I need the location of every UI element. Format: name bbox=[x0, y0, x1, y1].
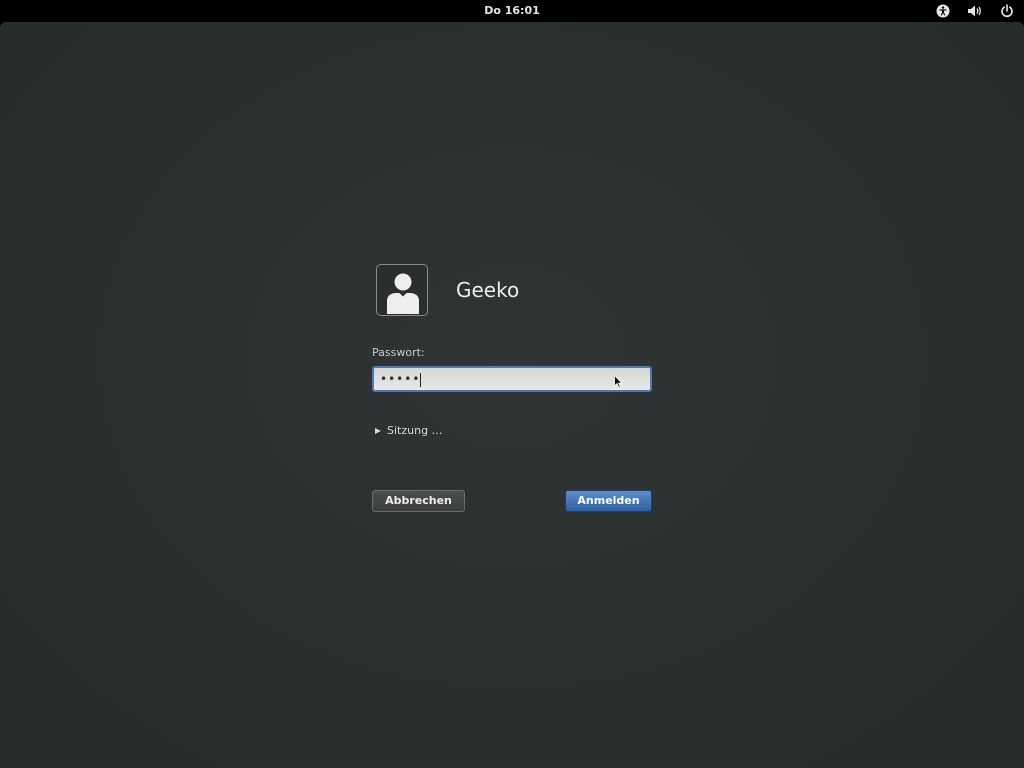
clock[interactable]: Do 16:01 bbox=[0, 0, 1024, 22]
avatar bbox=[376, 264, 428, 316]
system-tray bbox=[922, 0, 1018, 22]
mouse-pointer-icon bbox=[614, 375, 623, 389]
cancel-button[interactable]: Abbrechen bbox=[372, 490, 465, 512]
button-row: Abbrechen Anmelden bbox=[372, 490, 652, 512]
accessibility-icon[interactable] bbox=[932, 0, 954, 22]
top-bar: Do 16:01 bbox=[0, 0, 1024, 22]
password-value: ••••• bbox=[380, 372, 422, 387]
password-label: Passwort: bbox=[372, 346, 425, 359]
session-label: Sitzung … bbox=[387, 424, 443, 437]
username: Geeko bbox=[456, 278, 520, 302]
user-row: Geeko bbox=[372, 262, 652, 318]
expand-triangle-icon bbox=[375, 427, 381, 434]
password-masked-text: ••••• bbox=[380, 372, 421, 386]
volume-icon[interactable] bbox=[964, 0, 986, 22]
login-dialog: Geeko Passwort: ••••• Sitzung … Abbreche… bbox=[372, 262, 652, 512]
login-screen-background: Geeko Passwort: ••••• Sitzung … Abbreche… bbox=[0, 22, 1024, 768]
password-field[interactable]: ••••• bbox=[372, 366, 652, 392]
power-icon[interactable] bbox=[996, 0, 1018, 22]
session-expander[interactable]: Sitzung … bbox=[372, 424, 652, 437]
login-button[interactable]: Anmelden bbox=[565, 490, 652, 512]
text-caret bbox=[420, 372, 422, 387]
user-icon bbox=[387, 273, 419, 314]
